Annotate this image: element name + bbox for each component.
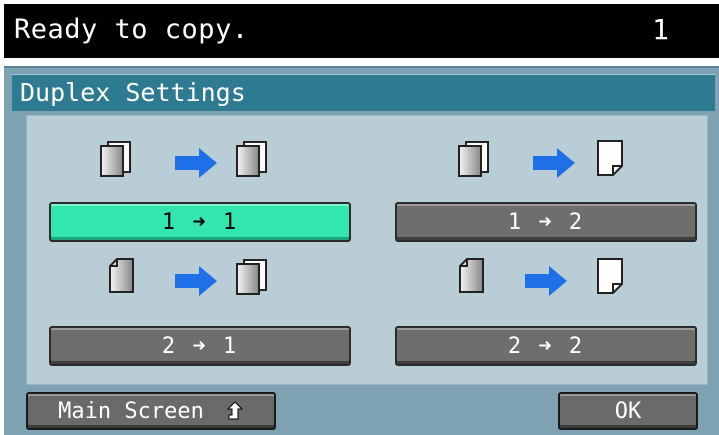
- blue-arrow-right-icon: [175, 266, 217, 296]
- ok-label: OK: [614, 398, 642, 424]
- blue-arrow-right-icon: [533, 148, 575, 178]
- folded-page-icon: [597, 258, 623, 294]
- option-2-to-2-button[interactable]: 2 ➜ 2: [395, 326, 697, 366]
- icon-row-1-2: [455, 138, 655, 182]
- copy-count: 1: [652, 13, 669, 46]
- option-2-to-1-button[interactable]: 2 ➜ 1: [49, 326, 351, 366]
- ok-button[interactable]: OK: [558, 392, 698, 430]
- folded-page-icon: [597, 140, 623, 176]
- icon-row-2-1: [107, 256, 307, 300]
- option-label: 1 ➜ 1: [161, 209, 239, 235]
- main-screen-button[interactable]: Main Screen: [26, 392, 276, 430]
- option-1-to-2-button[interactable]: 1 ➜ 2: [395, 202, 697, 242]
- option-label: 2 ➜ 1: [161, 333, 239, 359]
- stacked-pages-icon: [236, 141, 267, 177]
- panel-title: Duplex Settings: [20, 78, 246, 107]
- stacked-pages-icon: [100, 141, 131, 177]
- blue-arrow-right-icon: [175, 148, 217, 178]
- blue-arrow-right-icon: [525, 266, 567, 296]
- icon-row-1-1: [97, 138, 297, 182]
- option-label: 2 ➜ 2: [507, 333, 585, 359]
- options-area: 1 ➜ 1 1 ➜ 2 2 ➜ 1 2 ➜ 2: [26, 115, 708, 385]
- status-bar: Ready to copy. 1: [4, 4, 719, 58]
- stacked-pages-icon: [458, 141, 489, 177]
- option-1-to-1-button[interactable]: 1 ➜ 1: [49, 202, 351, 242]
- option-label: 1 ➜ 2: [507, 209, 585, 235]
- status-message: Ready to copy.: [14, 14, 249, 45]
- single-page-icon: [109, 258, 134, 293]
- stacked-pages-icon: [236, 259, 267, 295]
- panel-header: Duplex Settings: [12, 74, 715, 111]
- icon-row-2-2: [457, 256, 657, 300]
- up-arrow-icon: [226, 401, 244, 420]
- duplex-settings-panel: Duplex Settings 1 ➜ 1 1 ➜ 2 2 ➜ 1 2 ➜ 2 …: [4, 66, 719, 435]
- main-screen-label: Main Screen: [58, 398, 204, 424]
- single-page-icon: [459, 258, 484, 293]
